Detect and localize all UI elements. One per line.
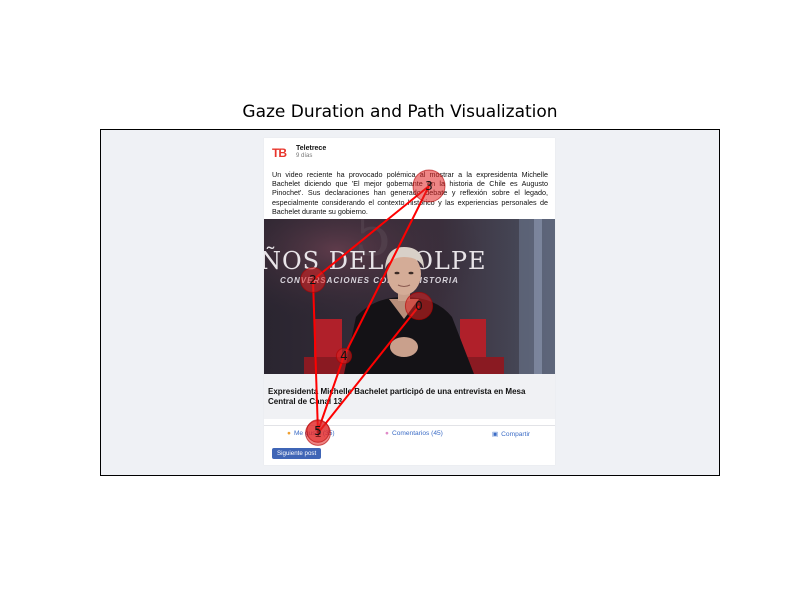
gaze-path-segment xyxy=(312,185,430,281)
fixation-label: 2 xyxy=(309,273,317,287)
fixation-label: 5 xyxy=(314,424,322,438)
gaze-path-segment xyxy=(317,305,420,434)
gaze-path-segment xyxy=(343,185,430,357)
gaze-path-segment xyxy=(317,355,345,432)
fixation-label: 0 xyxy=(415,299,423,313)
fixation-group: 012345 xyxy=(300,169,446,446)
gaze-overlay: 012345 xyxy=(300,169,446,446)
gaze-path-segment xyxy=(312,279,319,434)
fixation-label: 3 xyxy=(425,179,433,193)
fixation-label: 4 xyxy=(340,349,348,363)
